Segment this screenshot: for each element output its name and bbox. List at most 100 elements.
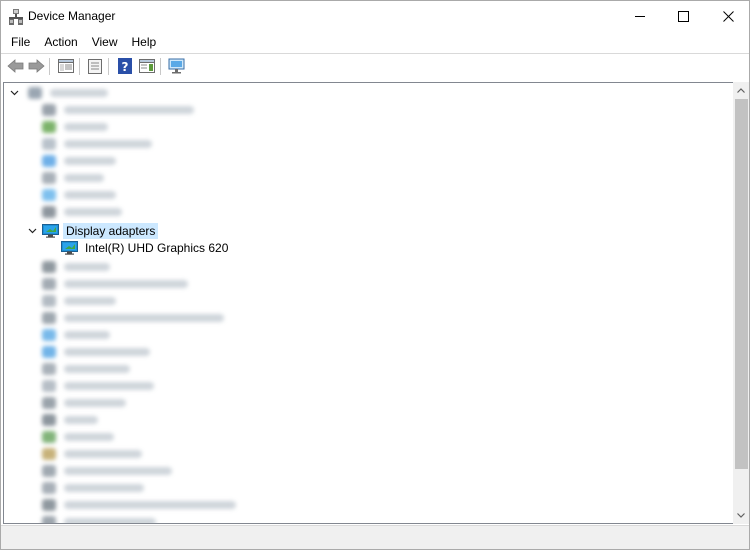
device-category-icon <box>42 379 56 392</box>
scan-hardware-button[interactable] <box>167 56 187 76</box>
tree-item-label: Intel(R) UHD Graphics 620 <box>85 240 229 255</box>
list-item[interactable] <box>42 479 144 496</box>
monitor-scan-icon <box>168 58 185 74</box>
blurred-label <box>64 296 116 305</box>
list-item[interactable] <box>42 292 116 309</box>
device-category-icon <box>42 120 56 133</box>
device-manager-window: Device Manager File Action View Help ? D… <box>0 0 750 550</box>
list-item[interactable] <box>42 203 122 220</box>
blurred-label <box>50 88 108 97</box>
collapse-chevron-icon[interactable] <box>26 222 38 239</box>
blurred-label <box>64 381 154 390</box>
device-category-icon <box>42 205 56 218</box>
vertical-scrollbar[interactable] <box>733 82 749 524</box>
minimize-button[interactable] <box>617 1 663 32</box>
properties-button[interactable] <box>85 56 105 76</box>
blurred-label <box>64 139 152 148</box>
list-item[interactable] <box>42 118 108 135</box>
menu-action[interactable]: Action <box>37 32 84 53</box>
blurred-label <box>64 262 110 271</box>
blurred-label <box>64 449 142 458</box>
title-bar[interactable]: Device Manager <box>1 1 749 32</box>
list-item[interactable] <box>42 360 130 377</box>
device-category-icon <box>42 188 56 201</box>
blurred-label <box>64 207 122 216</box>
forward-button[interactable] <box>26 56 46 76</box>
device-category-icon <box>42 345 56 358</box>
list-item[interactable] <box>42 169 104 186</box>
list-item[interactable] <box>42 275 188 292</box>
blurred-label <box>64 313 224 322</box>
device-category-icon <box>42 171 56 184</box>
maximize-icon <box>677 11 689 22</box>
collapse-chevron-icon[interactable] <box>8 84 20 101</box>
blurred-label <box>64 517 156 523</box>
list-item[interactable] <box>42 394 126 411</box>
blurred-label <box>64 432 114 441</box>
toolbar-separator <box>160 58 161 75</box>
device-category-icon <box>42 277 56 290</box>
list-item[interactable] <box>42 411 98 428</box>
svg-text:?: ? <box>122 60 129 74</box>
blurred-label <box>64 156 116 165</box>
list-item[interactable] <box>42 513 156 523</box>
list-item[interactable] <box>42 445 142 462</box>
tree-item-label: Display adapters <box>63 222 159 239</box>
menu-view[interactable]: View <box>85 32 125 53</box>
list-item[interactable] <box>42 186 116 203</box>
blurred-label <box>64 500 236 509</box>
list-item[interactable] <box>42 496 236 513</box>
device-category-icon <box>42 413 56 426</box>
device-category-icon <box>42 498 56 511</box>
tree-root[interactable] <box>8 84 108 101</box>
list-item[interactable] <box>42 377 154 394</box>
device-category-icon <box>42 294 56 307</box>
device-category-icon <box>42 328 56 341</box>
status-bar <box>1 525 749 549</box>
list-item[interactable] <box>42 152 116 169</box>
list-item[interactable] <box>42 428 114 445</box>
menu-file[interactable]: File <box>4 32 37 53</box>
list-item[interactable] <box>42 101 194 118</box>
help-button[interactable]: ? <box>115 56 135 76</box>
blurred-label <box>64 190 116 199</box>
window-title: Device Manager <box>28 9 116 23</box>
blurred-label <box>64 483 144 492</box>
show-hide-console-tree-button[interactable] <box>56 56 76 76</box>
action-pane-button[interactable] <box>137 56 157 76</box>
blurred-label <box>64 105 194 114</box>
tree-item-intel-uhd-graphics[interactable]: Intel(R) UHD Graphics 620 <box>61 239 231 256</box>
menu-help[interactable]: Help <box>125 32 164 53</box>
blurred-label <box>64 347 150 356</box>
tree-item-display-adapters[interactable]: Display adapters <box>26 222 159 239</box>
chevron-up-icon <box>737 88 745 93</box>
blurred-label <box>64 398 126 407</box>
device-manager-app-icon <box>9 9 23 25</box>
list-item[interactable] <box>42 135 152 152</box>
console-tree-icon <box>139 59 155 73</box>
device-tree[interactable]: Display adapters Intel(R) UHD Graphics 6… <box>3 82 733 524</box>
help-icon: ? <box>118 58 132 74</box>
list-item[interactable] <box>42 462 172 479</box>
list-item[interactable] <box>42 343 150 360</box>
toolbar-separator <box>49 58 50 75</box>
back-button[interactable] <box>5 56 25 76</box>
device-category-icon <box>42 362 56 375</box>
scroll-up-button[interactable] <box>733 82 749 99</box>
blurred-label <box>64 330 110 339</box>
list-item[interactable] <box>42 309 224 326</box>
toolbar-separator <box>108 58 109 75</box>
device-list-icon <box>88 58 102 74</box>
device-category-icon <box>42 481 56 494</box>
device-category-icon <box>42 396 56 409</box>
device-category-icon <box>42 154 56 167</box>
scroll-down-button[interactable] <box>733 507 749 524</box>
maximize-button[interactable] <box>660 1 706 32</box>
toolbar: ? <box>1 54 749 79</box>
chevron-down-icon <box>737 513 745 518</box>
close-button[interactable] <box>705 1 749 32</box>
list-item[interactable] <box>42 258 110 275</box>
list-item[interactable] <box>42 326 110 343</box>
scrollbar-thumb[interactable] <box>735 99 748 469</box>
display-adapter-icon <box>42 223 59 238</box>
